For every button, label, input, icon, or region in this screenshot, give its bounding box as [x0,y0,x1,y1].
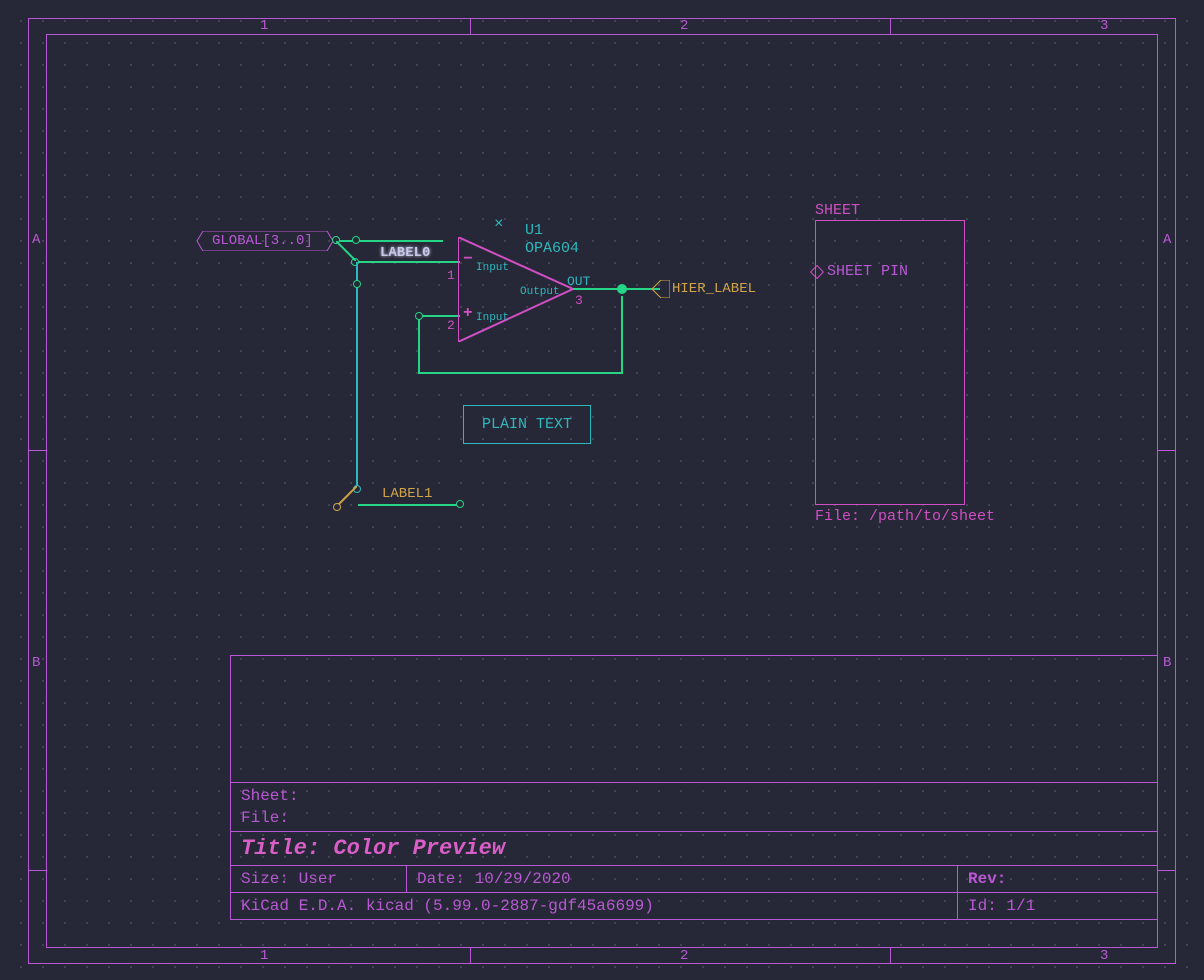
title-block-file: File: [231,809,299,831]
ruler-bottom-2: 2 [680,948,688,964]
bus-entry-icon [337,486,357,506]
bus-wire-vertical[interactable] [356,262,358,487]
pin-name-input-1: Input [476,262,509,274]
ruler-top-1: 1 [260,18,268,34]
ruler-left-A: A [32,232,40,248]
wire[interactable] [621,296,623,374]
ruler-bottom-1: 1 [260,948,268,964]
junction-dot [617,284,627,294]
title-block-size: Size: User [231,866,406,892]
ruler-tick [1158,450,1176,451]
pin-out-label: OUT [567,274,590,289]
title-block-generator: KiCad E.D.A. kicad (5.99.0-2887-gdf45a66… [231,893,957,919]
sheet-name-label: SHEET [815,202,860,219]
pin-minus-sign: − [463,250,473,268]
wire-junction [353,280,361,288]
global-label-text: GLOBAL[3..0] [212,233,313,249]
hier-label-text: HIER_LABEL [672,281,756,297]
pin-number-3: 3 [575,293,583,308]
hier-label-shape-icon[interactable] [652,280,670,298]
net-label-0-highlight[interactable]: LABEL0 [380,245,430,261]
component-value[interactable]: OPA604 [525,240,579,257]
pin-number-2: 2 [447,318,455,333]
title-block-id: Id: 1/1 [957,893,1157,919]
ruler-top-2: 2 [680,18,688,34]
wire-endpoint [456,500,464,508]
ruler-right-A: A [1163,232,1171,248]
sheet-file-label: File: /path/to/sheet [815,508,995,525]
wire[interactable] [355,261,440,263]
wire-endpoint [415,312,423,320]
ruler-tick [28,870,46,871]
ruler-bottom-3: 3 [1100,948,1108,964]
component-reference[interactable]: U1 [525,222,543,239]
pin-name-output: Output [520,286,560,298]
ruler-tick [470,18,471,34]
wire-pin-stub[interactable] [438,315,460,317]
title-block-title: Title: Color Preview [231,832,515,865]
wire[interactable] [358,504,458,506]
plain-text-content: PLAIN TEXT [482,416,572,433]
no-connect-icon: × [494,215,504,233]
ruler-tick [1158,870,1176,871]
ruler-tick [470,948,471,964]
pin-plus-sign: + [463,304,473,322]
ruler-tick [890,18,891,34]
net-label-1[interactable]: LABEL1 [382,486,432,502]
title-block-date: Date: 10/29/2020 [406,866,957,892]
wire[interactable] [418,372,623,374]
plain-text-box[interactable]: PLAIN TEXT [463,405,591,444]
bus-entry-endpoint [333,503,341,511]
ruler-tick [890,948,891,964]
ruler-right-B: B [1163,655,1171,671]
title-block: Sheet: File: Title: Color Preview Size: … [230,655,1158,920]
title-block-rev: Rev: [957,866,1157,892]
sheet-pin-label[interactable]: SHEET PIN [827,263,908,280]
wire[interactable] [418,316,420,374]
ruler-top-3: 3 [1100,18,1108,34]
bus-entry-icon [336,241,356,261]
ruler-tick [28,450,46,451]
pin-number-1: 1 [447,268,455,283]
wire-pin-stub[interactable] [438,261,460,263]
ruler-left-B: B [32,655,40,671]
pin-name-input-2: Input [476,312,509,324]
title-block-sheet: Sheet: [231,783,309,809]
